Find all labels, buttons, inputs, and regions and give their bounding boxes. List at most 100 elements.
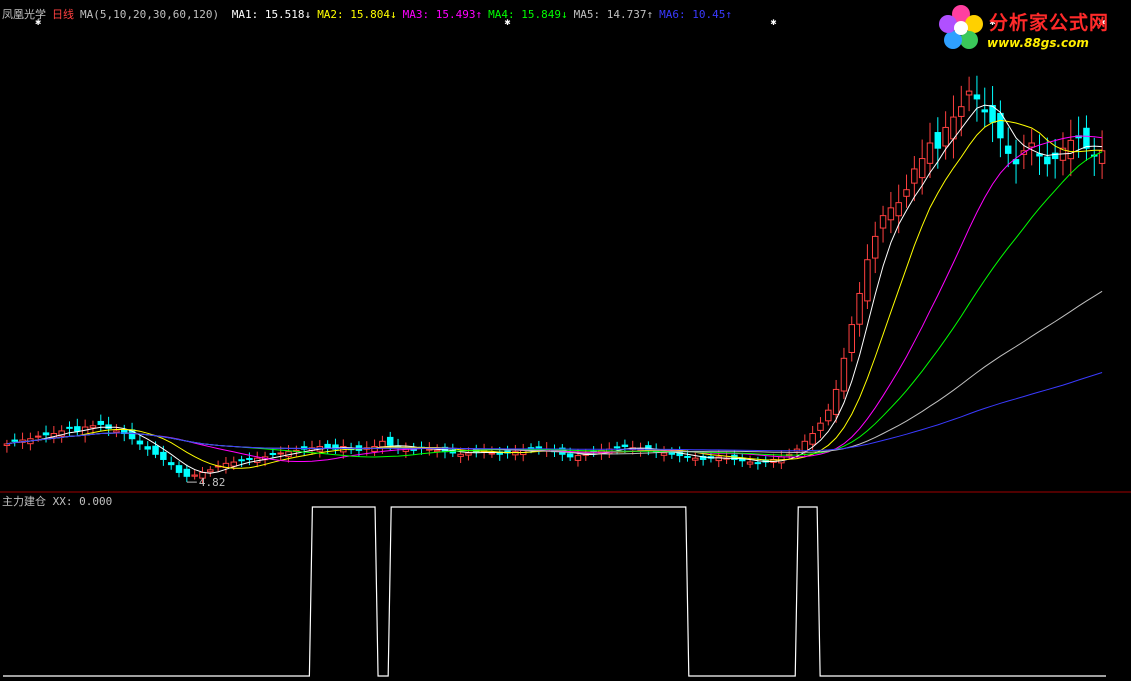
- candle-body: [848, 324, 856, 353]
- candle-body: [958, 106, 965, 117]
- candle-body: [801, 440, 809, 452]
- ma-params: MA(5,10,20,30,60,120): [80, 8, 220, 21]
- candle-body: [574, 455, 582, 461]
- candle-body: [746, 461, 754, 465]
- stock-name: 凤凰光学: [2, 8, 46, 21]
- candle-body: [926, 142, 934, 164]
- candle-body: [911, 168, 918, 184]
- candle-body: [324, 443, 331, 449]
- site-logo: 分析家公式网 www.88gs.com: [935, 2, 1127, 54]
- candle-body: [246, 458, 253, 461]
- candle-body: [191, 474, 198, 477]
- candle-body: [613, 446, 621, 449]
- indicator-line-xx: [3, 506, 1106, 677]
- candle-body: [832, 388, 840, 415]
- candle-body: [692, 457, 699, 461]
- candle-body: [277, 452, 284, 455]
- candle-body: [74, 426, 81, 432]
- indicator-panel: [3, 506, 1106, 677]
- ma-readout-5: MA5: 14.737↑: [573, 8, 654, 21]
- candle-body: [895, 202, 902, 217]
- candle-body: [864, 259, 871, 302]
- candle-body: [934, 132, 942, 149]
- ma-readout-3: MA3: 15.493↑: [402, 8, 483, 21]
- period-label: 日线: [52, 8, 74, 21]
- candle-body: [175, 465, 183, 473]
- candle-body: [11, 439, 18, 442]
- candle-body: [89, 425, 97, 429]
- indicator-name: 主力建仓: [2, 495, 46, 508]
- ma-line-ma5: [6, 290, 1103, 455]
- candle-body: [105, 424, 112, 429]
- candle-body: [230, 461, 238, 467]
- candle-body: [160, 451, 167, 460]
- candle-body: [97, 420, 105, 425]
- candle-body: [3, 443, 11, 447]
- signal-marker: ✱: [771, 17, 777, 28]
- candle-body: [754, 462, 762, 465]
- candle-body: [465, 452, 472, 456]
- candle-body: [457, 453, 464, 457]
- ma-line-ma6: [6, 372, 1103, 452]
- price-header: 凤凰光学 日线 MA(5,10,20,30,60,120) MA1: 15.518↓…: [2, 6, 744, 22]
- candle-body: [152, 445, 159, 455]
- flower-logo-icon: [939, 5, 983, 49]
- indicator-header: 主力建仓 XX: 0.000: [2, 493, 112, 509]
- candle-body: [660, 452, 668, 456]
- candle-body: [668, 452, 676, 455]
- candle-body: [856, 292, 863, 325]
- candle-body: [566, 453, 574, 458]
- candle-body: [903, 189, 910, 197]
- candle-body: [621, 444, 629, 447]
- ma-readout-2: MA2: 15.804↓: [317, 8, 397, 21]
- candle-body: [942, 126, 949, 147]
- candle-body: [887, 207, 895, 221]
- candle-body: [433, 449, 441, 453]
- low-label: 4.82: [199, 476, 226, 489]
- ma-readout-6: MA6: 10.45↑: [659, 8, 732, 21]
- candle-body: [840, 357, 848, 392]
- ma-line-ma3: [6, 135, 1103, 462]
- candle-body: [981, 109, 988, 113]
- candle-body: [535, 446, 543, 449]
- candle-body: [684, 455, 691, 458]
- candle-body: [879, 215, 887, 229]
- stock-chart[interactable]: 4.82 ✱ ✱ ✱ ✱ ✱✱✱✱✱✱✱✱: [0, 0, 1131, 681]
- candle-body: [144, 446, 151, 450]
- candle-body: [488, 452, 496, 455]
- indicator-readout: XX: 0.000: [52, 495, 113, 508]
- candle-body: [238, 459, 245, 462]
- candle-body: [825, 409, 832, 422]
- candle-body: [167, 462, 175, 466]
- candle-body: [113, 430, 120, 433]
- ma-readouts: MA1: 15.518↓ MA2: 15.804↓ MA3: 15.493↑ MA4:…: [232, 8, 738, 21]
- candle-body: [1004, 145, 1012, 154]
- candle-body: [1067, 139, 1075, 160]
- candle-body: [1044, 156, 1051, 165]
- candle-body: [136, 440, 144, 445]
- price-candles: 4.82: [3, 75, 1106, 489]
- logo-title: 分析家公式网: [989, 12, 1110, 34]
- candle-body: [997, 112, 1004, 139]
- candle-body: [183, 468, 191, 477]
- candle-body: [1028, 142, 1035, 148]
- candle-body: [379, 440, 386, 448]
- candle-body: [918, 158, 926, 179]
- ma-line-ma4: [6, 151, 1103, 458]
- logo-url: www.88gs.com: [987, 36, 1089, 50]
- candle-body: [269, 453, 277, 456]
- ma-readout-1: MA1: 15.518↓: [231, 8, 312, 21]
- candle-body: [965, 90, 973, 96]
- candle-body: [42, 432, 50, 436]
- candle-body: [973, 94, 981, 100]
- ma-readout-4: MA4: 15.849↓: [488, 8, 568, 21]
- candle-body: [386, 436, 394, 446]
- candle-body: [1083, 127, 1090, 149]
- candle-body: [34, 435, 42, 438]
- candle-body: [66, 426, 73, 429]
- candle-body: [371, 445, 378, 452]
- candle-body: [809, 433, 816, 445]
- candle-body: [207, 469, 214, 473]
- candle-body: [817, 422, 824, 431]
- candle-body: [871, 235, 879, 259]
